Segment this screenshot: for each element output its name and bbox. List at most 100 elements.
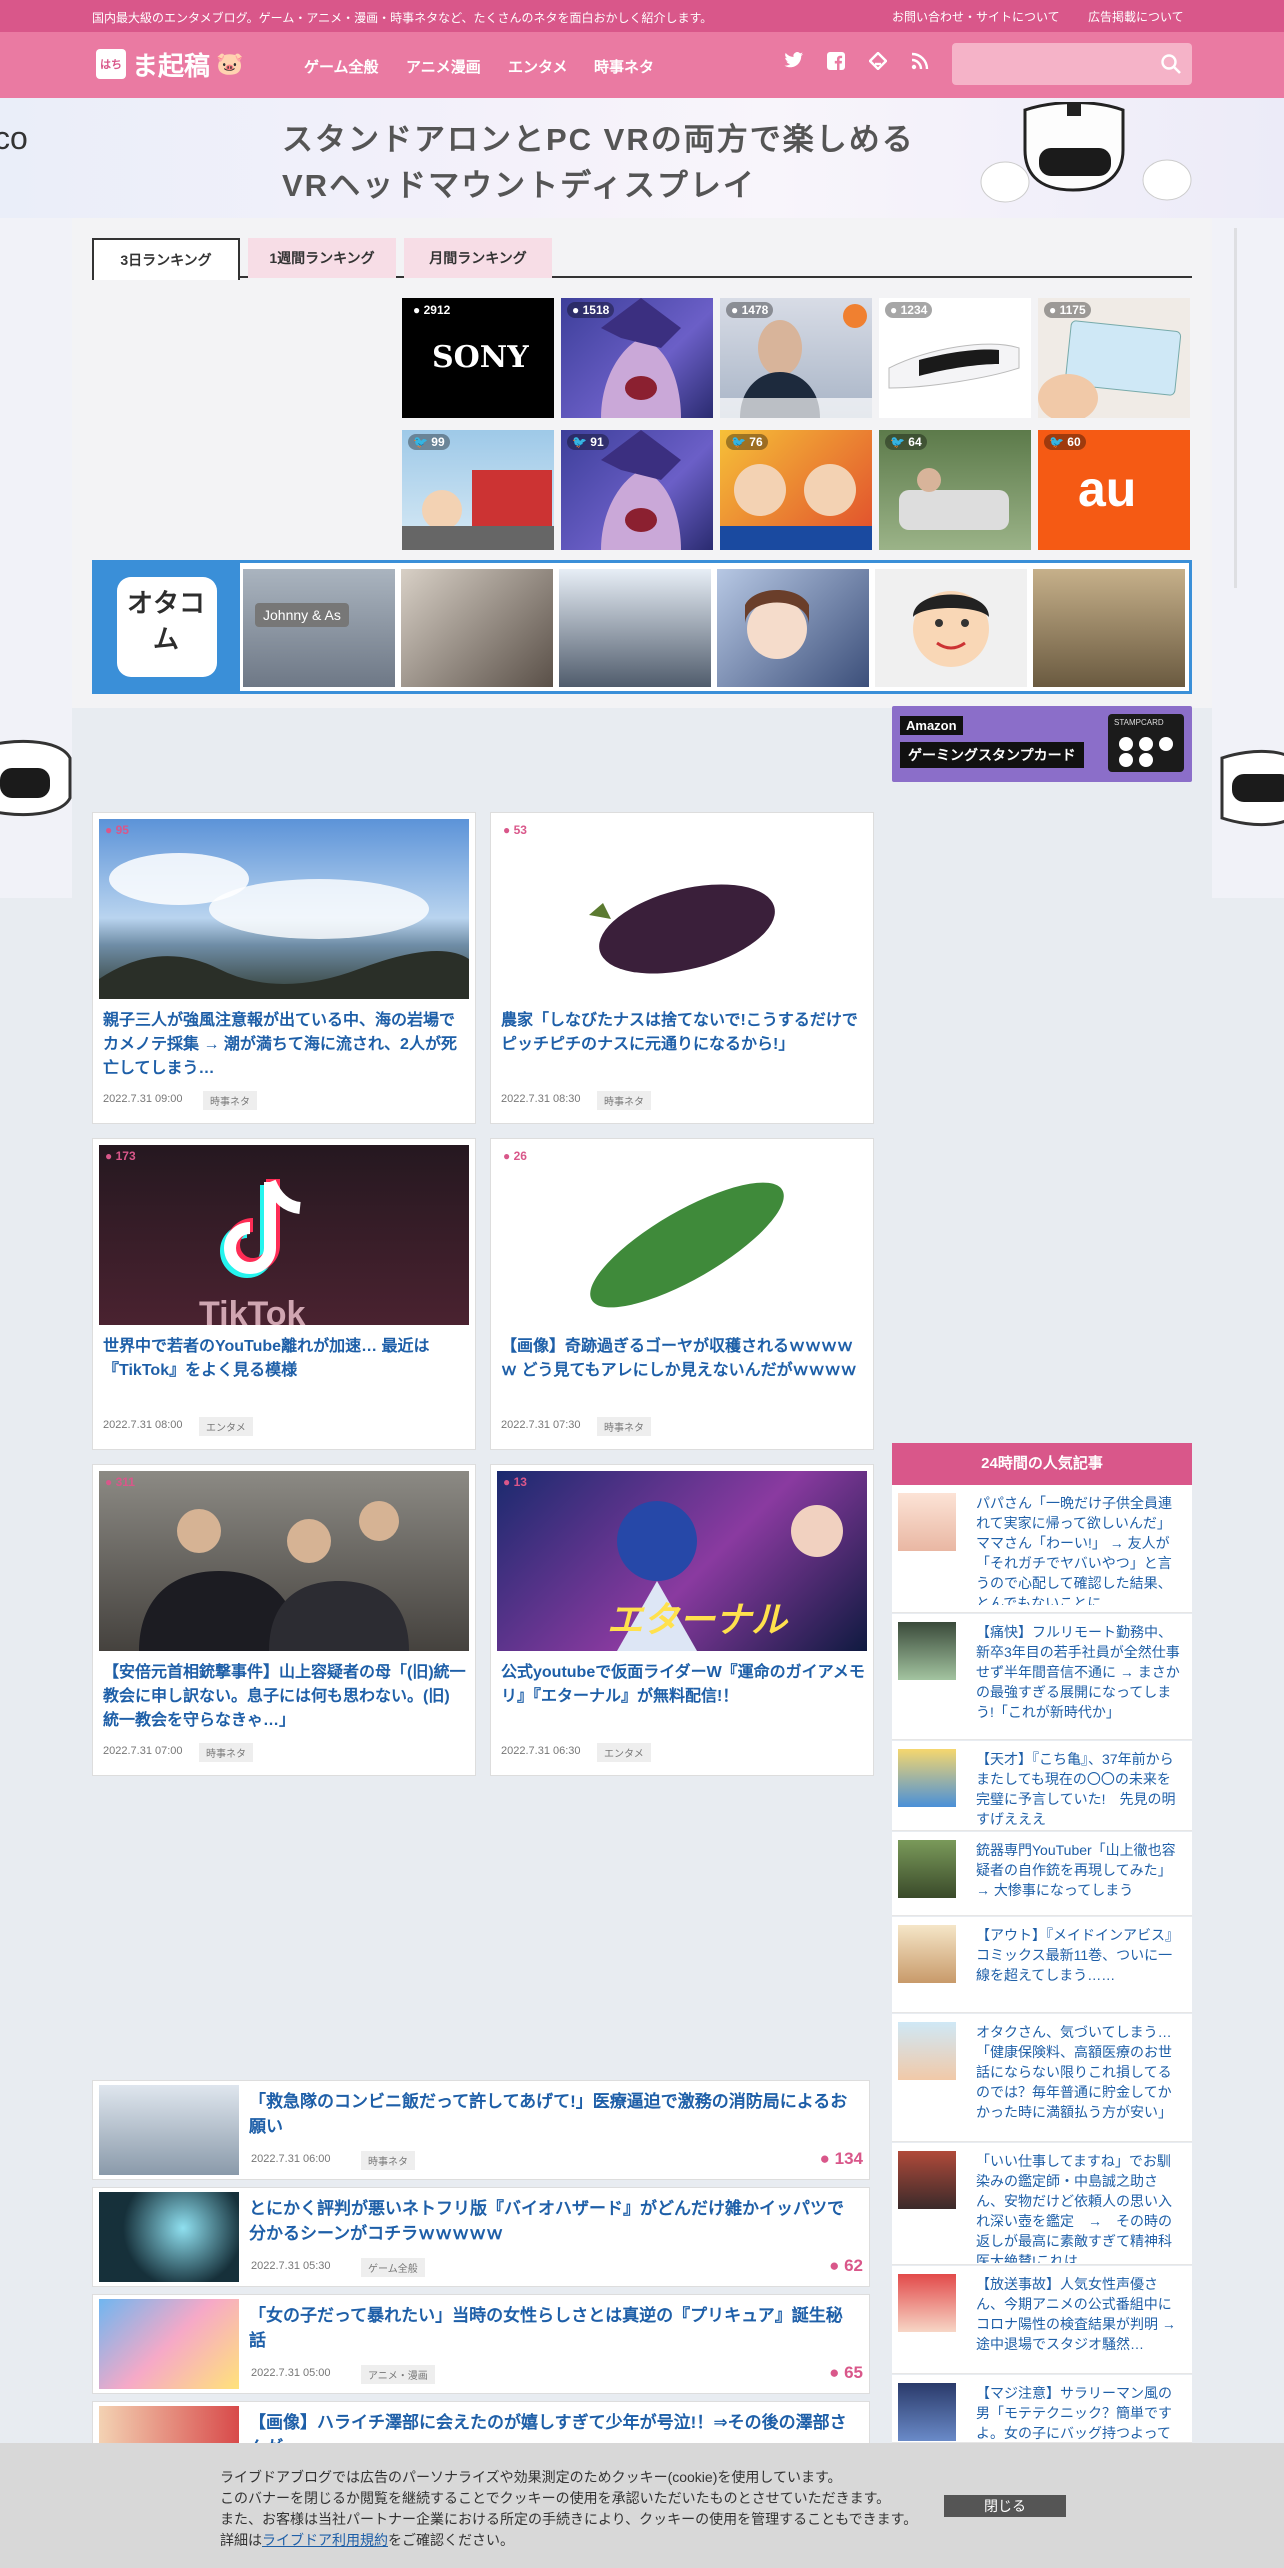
article-category[interactable]: 時事ネタ <box>597 1417 651 1436</box>
popular-thumbnail[interactable] <box>898 2151 956 2209</box>
article-image[interactable]: TikTok <box>99 1145 469 1325</box>
popular-item-title[interactable]: 【放送事故】人気女性声優さん、今期アニメの公式番組中にコロナ陽性の検査結果が判明… <box>976 2274 1184 2366</box>
article-title[interactable]: 【画像】奇跡過ぎるゴーヤが収穫されるｗｗｗｗｗ どう見てもアレにしか見えないんだ… <box>501 1335 865 1383</box>
otakomu-thumb[interactable] <box>717 569 869 687</box>
ranking-item[interactable]: 🐦 64 <box>879 430 1031 550</box>
list-article[interactable]: 「救急隊のコンビニ飯だって許してあげて!」医療逼迫で激務の消防局によるお願い 2… <box>92 2080 870 2180</box>
article-title[interactable]: 世界中で若者のYouTube離れが加速… 最近は『TikTok』をよく見る模様 <box>103 1335 467 1383</box>
list-thumbnail[interactable] <box>99 2192 239 2282</box>
list-article[interactable]: 「女の子だって暴れたい」当時の女性らしさとは真逆の『プリキュア』誕生秘話 202… <box>92 2294 870 2394</box>
article-title[interactable]: 公式youtubeで仮面ライダーW『運命のガイアメモリ』『エターナル』が無料配信… <box>501 1661 865 1709</box>
ranking-item[interactable]: ● 1518 <box>561 298 713 418</box>
list-article-title[interactable]: とにかく評判が悪いネトフリ版『バイオハザード』がどんだけ雑かイッパツで分かるシー… <box>249 2196 859 2246</box>
ranking-item[interactable]: ● 1234 <box>879 298 1031 418</box>
list-thumbnail[interactable] <box>99 2299 239 2389</box>
article-image[interactable] <box>99 819 469 999</box>
list-article-category[interactable]: アニメ・漫画 <box>361 2365 435 2384</box>
ranking-item[interactable]: 🐦 76 <box>720 430 872 550</box>
popular-item[interactable]: 【マジ注意】サラリーマン風の男「モテテクニック？簡単ですよ。女の子にバッグ持つよ… <box>892 2375 1192 2443</box>
right-skin-ad[interactable] <box>1212 218 1284 898</box>
popular-thumbnail[interactable] <box>898 2022 956 2080</box>
article-title[interactable]: 農家「しなびたナスは捨てないで!こうするだけでピッチピチのナスに元通りになるから… <box>501 1009 865 1057</box>
popular-item[interactable]: パパさん「一晩だけ子供全員連れて実家に帰って欲しいんだ」ママさん「わーい!」 →… <box>892 1485 1192 1613</box>
popular-item-title[interactable]: 【アウト】『メイドインアビス』コミックス最新11巻、ついに一線を超えてしまう…… <box>976 1925 1184 1985</box>
otakomu-banner[interactable]: オタコム Johnny & As <box>92 560 1192 694</box>
search-input[interactable] <box>952 43 1192 85</box>
popular-thumbnail[interactable] <box>898 1840 956 1898</box>
nav-games[interactable]: ゲーム全般 <box>304 56 379 77</box>
article-category[interactable]: 時事ネタ <box>203 1091 257 1110</box>
popular-thumbnail[interactable] <box>898 1925 956 1983</box>
article-image[interactable]: エターナル <box>497 1471 867 1651</box>
popular-item-title[interactable]: 「いい仕事してますね」でお馴染みの鑑定師・中島誠之助さん、安物だけど依頼人の思い… <box>976 2151 1184 2263</box>
contact-link[interactable]: お問い合わせ・サイトについて <box>892 8 1060 25</box>
article-card[interactable]: ● 53 農家「しなびたナスは捨てないで!こうするだけでピッチピチのナスに元通り… <box>490 812 874 1124</box>
nav-news[interactable]: 時事ネタ <box>594 56 654 77</box>
popular-item[interactable]: 【放送事故】人気女性声優さん、今期アニメの公式番組中にコロナ陽性の検査結果が判明… <box>892 2266 1192 2374</box>
article-card[interactable]: エターナル ● 13 公式youtubeで仮面ライダーW『運命のガイアメモリ』『… <box>490 1464 874 1776</box>
twitter-icon[interactable] <box>782 52 806 76</box>
feedly-icon[interactable] <box>866 51 890 76</box>
search-icon[interactable] <box>1160 53 1182 75</box>
nav-anime[interactable]: アニメ漫画 <box>406 56 481 77</box>
article-image[interactable] <box>99 1471 469 1651</box>
list-article-category[interactable]: ゲーム全般 <box>361 2258 425 2277</box>
nav-entame[interactable]: エンタメ <box>508 56 568 77</box>
left-skin-ad[interactable] <box>0 218 72 898</box>
otakomu-thumb[interactable]: Johnny & As <box>243 569 395 687</box>
article-title[interactable]: 親子三人が強風注意報が出ている中、海の岩場でカメノテ採集 → 潮が満ちて海に流さ… <box>103 1009 467 1081</box>
popular-item-title[interactable]: パパさん「一晩だけ子供全員連れて実家に帰って欲しいんだ」ママさん「わーい!」 →… <box>976 1493 1184 1605</box>
popular-thumbnail[interactable] <box>898 2274 956 2332</box>
article-card[interactable]: ● 95 親子三人が強風注意報が出ている中、海の岩場でカメノテ採集 → 潮が満ち… <box>92 812 476 1124</box>
otakomu-thumb[interactable] <box>401 569 553 687</box>
otakomu-thumb[interactable] <box>875 569 1027 687</box>
popular-item-title[interactable]: 【痛快】フルリモート勤務中、新卒3年目の若手社員が全然仕事せず半年間音信不通に … <box>976 1622 1184 1732</box>
site-logo[interactable]: はち ま起稿 🐷 <box>96 46 243 82</box>
article-card[interactable]: TikTok ● 173 世界中で若者のYouTube離れが加速… 最近は『Ti… <box>92 1138 476 1450</box>
article-card[interactable]: ● 311 【安倍元首相銃撃事件】山上容疑者の母「(旧)統一教会に申し訳ない。息… <box>92 1464 476 1776</box>
popular-item-title[interactable]: 銃器専門YouTuber「山上徹也容疑者の自作銃を再現してみた」→ 大惨事になっ… <box>976 1840 1184 1910</box>
article-category[interactable]: エンタメ <box>199 1417 253 1436</box>
popular-thumbnail[interactable] <box>898 1493 956 1551</box>
list-thumbnail[interactable] <box>99 2085 239 2175</box>
popular-thumbnail[interactable] <box>898 1622 956 1680</box>
popular-item[interactable]: 【天才】『こち亀』、37年前からまたしても現在の〇〇の未来を完璧に予言していた!… <box>892 1741 1192 1831</box>
ranking-item[interactable]: 🐦 91 <box>561 430 713 550</box>
popular-thumbnail[interactable] <box>898 2383 956 2441</box>
ranking-item[interactable]: 🐦 99 <box>402 430 554 550</box>
list-article[interactable]: とにかく評判が悪いネトフリ版『バイオハザード』がどんだけ雑かイッパツで分かるシー… <box>92 2187 870 2287</box>
otakomu-logo[interactable]: オタコム <box>95 563 240 691</box>
tab-1week[interactable]: 1週間ランキング <box>248 238 396 278</box>
popular-item-title[interactable]: 【天才】『こち亀』、37年前からまたしても現在の〇〇の未来を完璧に予言していた!… <box>976 1749 1184 1829</box>
tab-monthly[interactable]: 月間ランキング <box>404 238 552 278</box>
list-article-title[interactable]: 「救急隊のコンビニ飯だって許してあげて!」医療逼迫で激務の消防局によるお願い <box>249 2089 859 2139</box>
list-article-category[interactable]: 時事ネタ <box>361 2151 415 2170</box>
amazon-stampcard-ad[interactable]: Amazon ゲーミングスタンプカード STAMPCARD <box>892 706 1192 782</box>
popular-item[interactable]: オタクさん、気づいてしまう…「健康保険料、高額医療のお世話にならない限りこれ損し… <box>892 2014 1192 2142</box>
article-image[interactable] <box>497 819 867 999</box>
popular-item[interactable]: 銃器専門YouTuber「山上徹也容疑者の自作銃を再現してみた」→ 大惨事になっ… <box>892 1832 1192 1916</box>
popular-item[interactable]: 「いい仕事してますね」でお馴染みの鑑定師・中島誠之助さん、安物だけど依頼人の思い… <box>892 2143 1192 2265</box>
article-card[interactable]: ● 26 【画像】奇跡過ぎるゴーヤが収穫されるｗｗｗｗｗ どう見てもアレにしか見… <box>490 1138 874 1450</box>
popular-thumbnail[interactable] <box>898 1749 956 1807</box>
terms-link[interactable]: ライブドア利用規約 <box>262 2532 388 2548</box>
rss-icon[interactable] <box>908 52 932 76</box>
ad-link[interactable]: 広告掲載について <box>1088 8 1184 25</box>
popular-item-title[interactable]: 【マジ注意】サラリーマン風の男「モテテクニック？簡単ですよ。女の子にバッグ持つよ… <box>976 2383 1184 2443</box>
ranking-item[interactable]: ● 1175 <box>1038 298 1190 418</box>
article-image[interactable] <box>497 1145 867 1325</box>
popular-item[interactable]: 【アウト】『メイドインアビス』コミックス最新11巻、ついに一線を超えてしまう…… <box>892 1917 1192 2013</box>
cookie-close-button[interactable]: 閉じる <box>944 2495 1066 2517</box>
popular-item[interactable]: 【痛快】フルリモート勤務中、新卒3年目の若手社員が全然仕事せず半年間音信不通に … <box>892 1614 1192 1740</box>
article-category[interactable]: 時事ネタ <box>199 1743 253 1762</box>
list-article-title[interactable]: 「女の子だって暴れたい」当時の女性らしさとは真逆の『プリキュア』誕生秘話 <box>249 2303 859 2353</box>
ranking-item[interactable]: SONY ● 2912 <box>402 298 554 418</box>
ranking-item[interactable]: au 🐦 60 <box>1038 430 1190 550</box>
popular-item-title[interactable]: オタクさん、気づいてしまう…「健康保険料、高額医療のお世話にならない限りこれ損し… <box>976 2022 1184 2134</box>
facebook-icon[interactable] <box>824 52 848 76</box>
article-category[interactable]: エンタメ <box>597 1743 651 1762</box>
article-category[interactable]: 時事ネタ <box>597 1091 651 1110</box>
ranking-item[interactable]: ● 1478 <box>720 298 872 418</box>
article-title[interactable]: 【安倍元首相銃撃事件】山上容疑者の母「(旧)統一教会に申し訳ない。息子には何も思… <box>103 1661 467 1733</box>
otakomu-thumb[interactable] <box>1033 569 1185 687</box>
